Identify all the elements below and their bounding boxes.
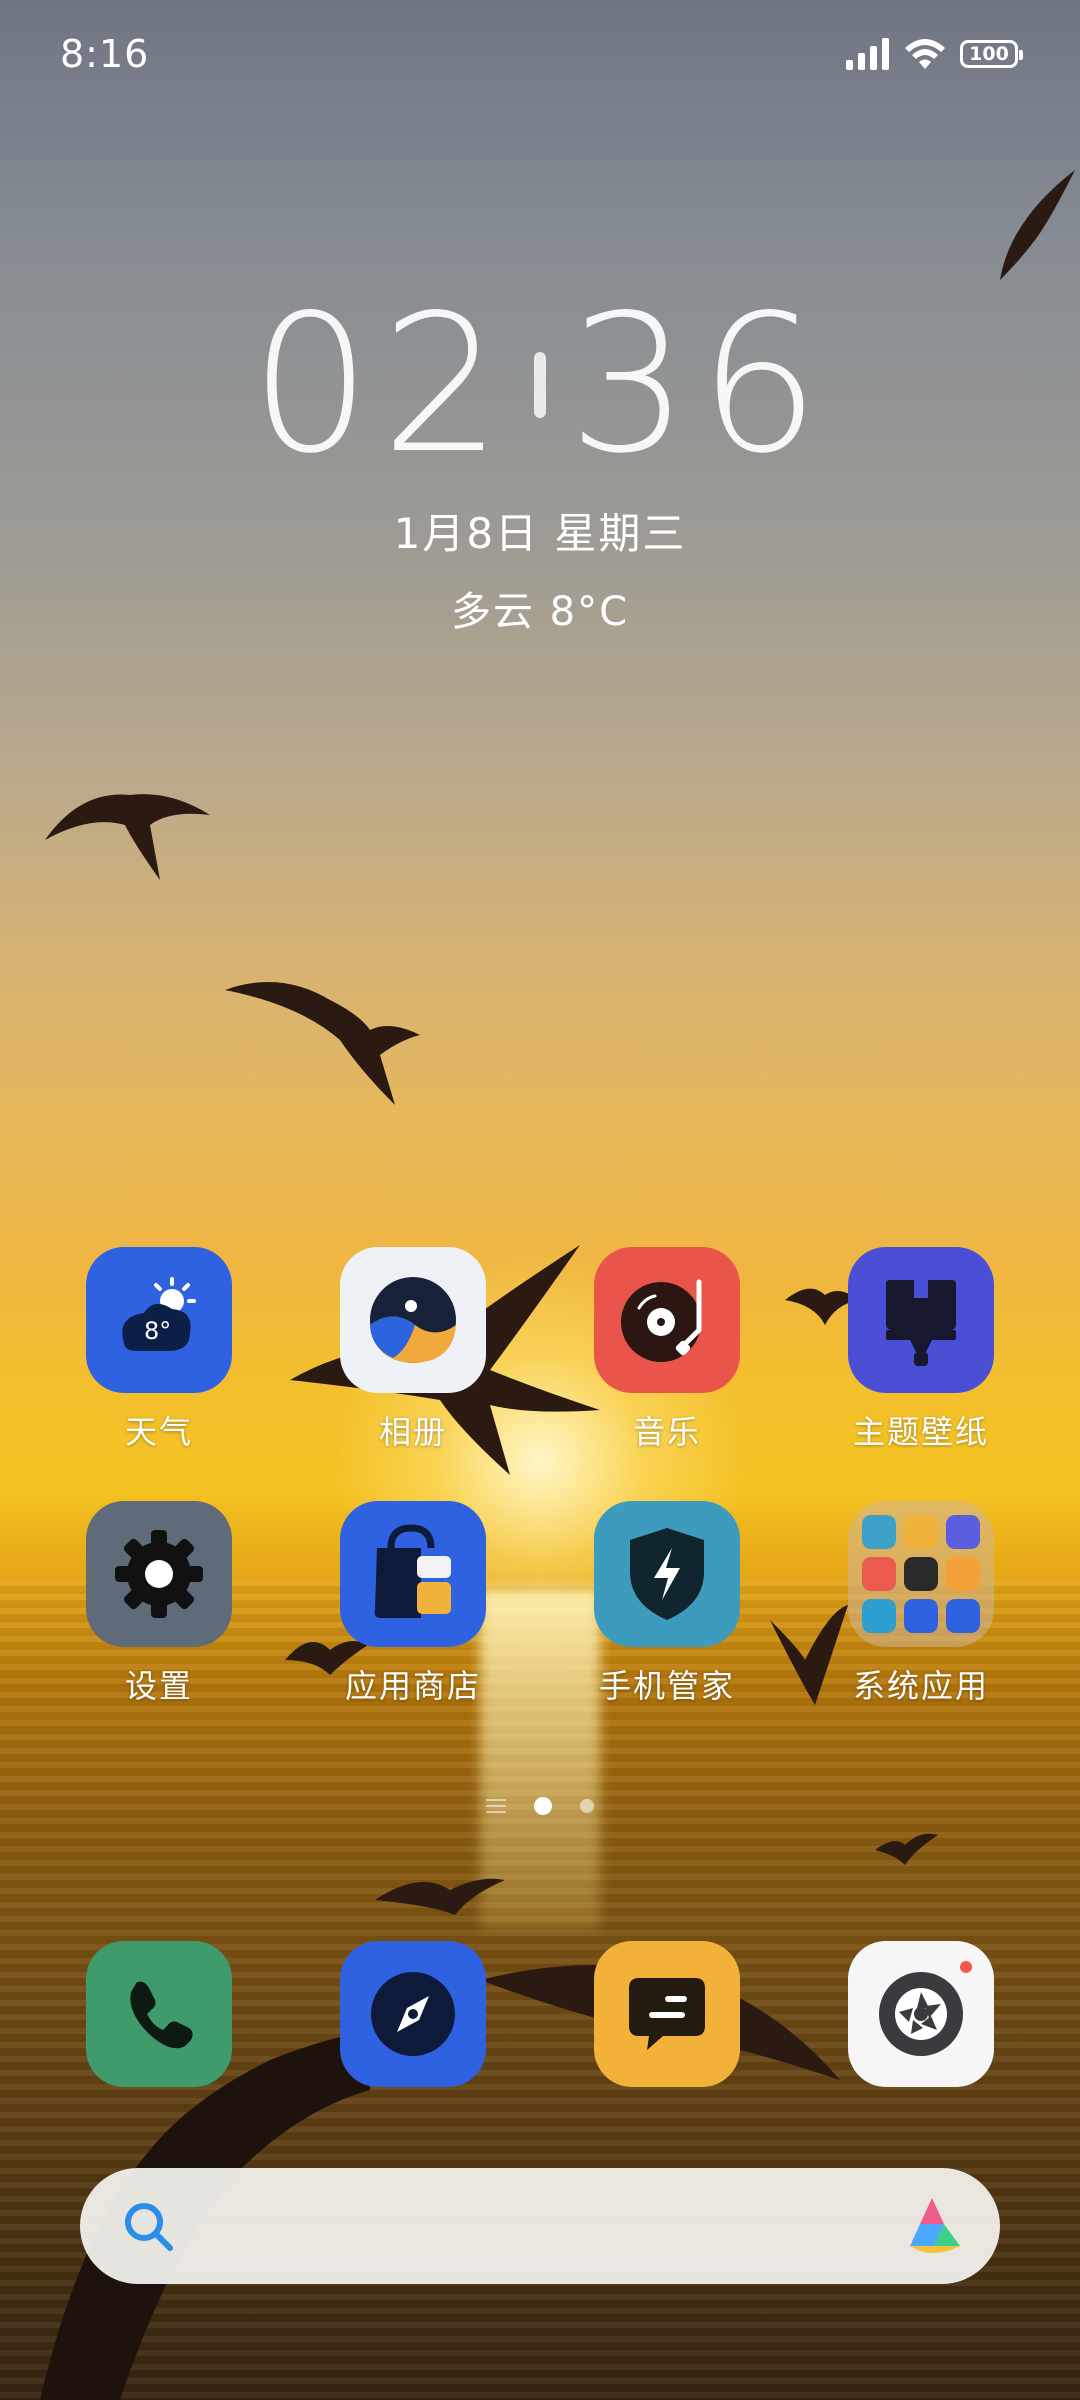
app-settings[interactable]: 设置 [59,1501,259,1707]
gallery-icon [340,1247,486,1393]
status-bar: 8:16 100 [0,0,1080,110]
mini-app-icon [946,1599,980,1633]
bird-silhouette [1000,170,1075,280]
clock-separator [534,352,546,418]
compass-icon [340,1941,486,2087]
page-dot-active [534,1797,552,1815]
page-dot [580,1799,594,1813]
paintbrush-icon [848,1247,994,1393]
app-label: 相册 [378,1413,447,1451]
music-icon [594,1247,740,1393]
mini-app-icon [862,1515,896,1549]
camera-icon [848,1941,994,2087]
ai-assistant-icon[interactable] [900,2194,964,2262]
notification-dot [960,1961,972,1973]
mini-app-icon [904,1599,938,1633]
folder-grid [862,1515,980,1633]
status-time: 8:16 [60,32,150,76]
app-store[interactable]: 应用商店 [313,1501,513,1707]
wifi-icon [905,39,945,69]
search-bar[interactable] [80,2168,1000,2284]
clock-minute: 36 [568,274,830,495]
bird-silhouette [875,1833,938,1865]
weather-icon: 8° [86,1247,232,1393]
dock-browser[interactable] [313,1941,513,2087]
mini-app-icon [946,1515,980,1549]
shopping-bag-icon [340,1501,486,1647]
bird-silhouette [225,982,420,1105]
phone-icon [86,1941,232,2087]
app-music[interactable]: 音乐 [567,1247,767,1453]
dock-messages[interactable] [567,1941,767,2087]
bird-silhouette [45,794,210,880]
mini-app-icon [904,1515,938,1549]
app-label: 设置 [124,1667,193,1705]
search-icon [120,2198,176,2258]
message-icon [594,1941,740,2087]
app-label: 主题壁纸 [852,1413,989,1451]
app-label: 天气 [124,1413,193,1451]
app-weather[interactable]: 8° 天气 [59,1247,259,1453]
folder-system-apps[interactable]: 系统应用 [821,1501,1021,1707]
battery-icon: 100 [960,40,1023,68]
mini-app-icon [946,1557,980,1591]
clock-widget[interactable]: 02 36 1月8日 星期三 多云 8°C [0,290,1080,637]
clock-hour: 02 [250,274,512,495]
clock-weather: 多云 8°C [450,589,630,635]
mini-app-icon [862,1599,896,1633]
signal-icon [846,38,889,70]
app-themes[interactable]: 主题壁纸 [821,1247,1021,1453]
weather-temp: 8° [144,1317,172,1345]
bird-silhouette [375,1878,505,1915]
app-gallery[interactable]: 相册 [313,1247,513,1453]
clock-date: 1月8日 星期三 [393,509,687,558]
app-label: 应用商店 [344,1667,481,1705]
dock-camera[interactable] [821,1941,1021,2087]
page-indicator[interactable] [470,1796,610,1816]
app-label: 手机管家 [598,1667,735,1705]
dock-phone[interactable] [59,1941,259,2087]
shield-icon [594,1501,740,1647]
folder-icon [848,1501,994,1647]
status-icons: 100 [846,38,1023,70]
mini-app-icon [904,1557,938,1591]
gear-icon [86,1501,232,1647]
feed-page-icon [486,1799,506,1813]
app-security[interactable]: 手机管家 [567,1501,767,1707]
mini-app-icon [862,1557,896,1591]
app-label: 音乐 [632,1413,701,1451]
app-label: 系统应用 [852,1667,989,1705]
clock-time: 02 36 [0,290,1080,480]
